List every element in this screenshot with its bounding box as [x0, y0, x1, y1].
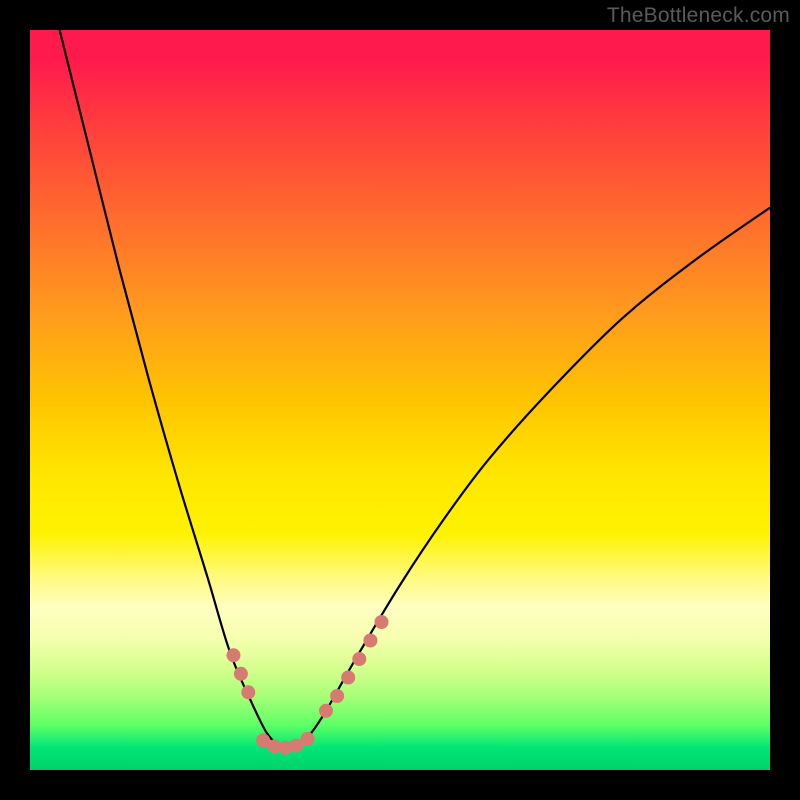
- highlight-dot: [341, 671, 355, 685]
- highlight-dot: [375, 615, 389, 629]
- highlight-dot: [241, 685, 255, 699]
- highlight-dot: [319, 704, 333, 718]
- highlight-dot: [234, 667, 248, 681]
- highlight-bar-bottom: [256, 732, 314, 755]
- watermark-text: TheBottleneck.com: [607, 4, 790, 28]
- chart-frame: TheBottleneck.com: [0, 0, 800, 800]
- curve-layer: [30, 30, 770, 770]
- highlight-dots-right: [319, 615, 389, 718]
- plot-area: [30, 30, 770, 770]
- highlight-dots-left: [227, 648, 256, 699]
- highlight-dot: [301, 732, 315, 746]
- bottleneck-curve: [60, 30, 770, 748]
- highlight-dot: [227, 648, 241, 662]
- highlight-dot: [363, 634, 377, 648]
- highlight-dot: [352, 652, 366, 666]
- highlight-dot: [330, 689, 344, 703]
